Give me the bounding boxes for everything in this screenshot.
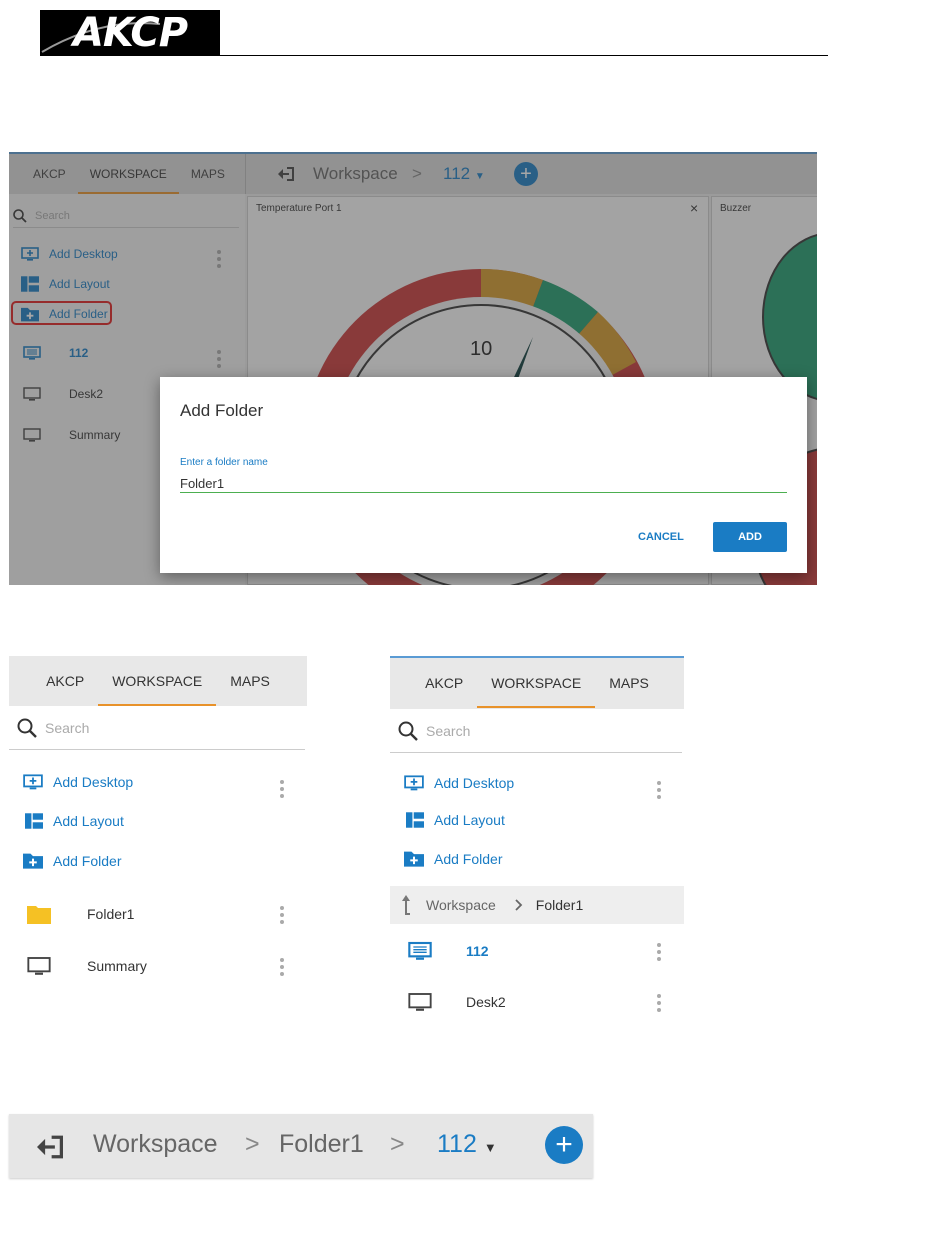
cancel-button[interactable]: CANCEL	[638, 531, 684, 543]
path-current: Folder1	[535, 897, 584, 913]
dialog-screenshot: AKCP WORKSPACE MAPS Workspace > 112 ▼ + …	[9, 152, 817, 585]
tab-akcp[interactable]: AKCP	[411, 658, 477, 708]
add-folder-label: Add Folder	[434, 850, 503, 867]
add-folder-item[interactable]: Add Folder	[23, 852, 121, 869]
folder-icon	[27, 906, 51, 924]
search-box[interactable]: Search	[390, 709, 682, 753]
list-item-label: Summary	[87, 958, 147, 974]
kebab-icon[interactable]	[657, 994, 661, 1015]
add-layout-label: Add Layout	[434, 812, 505, 828]
add-folder-icon	[23, 853, 43, 869]
add-desktop-item[interactable]: Add Desktop	[404, 774, 514, 792]
breadcrumb-root[interactable]: Workspace	[93, 1130, 218, 1159]
kebab-icon[interactable]	[657, 781, 661, 802]
list-item-112[interactable]: 112	[408, 941, 489, 961]
add-folder-label: Add Folder	[53, 852, 122, 869]
breadcrumb-bar: Workspace > Folder1 > 112 ▼ +	[9, 1114, 593, 1178]
tab-akcp[interactable]: AKCP	[32, 656, 98, 706]
add-button[interactable]: +	[545, 1126, 583, 1164]
add-desktop-icon	[23, 774, 43, 790]
header-rule	[40, 55, 828, 56]
add-desktop-item[interactable]: Add Desktop	[23, 773, 133, 791]
search-icon	[17, 718, 37, 738]
list-item-label: Desk2	[466, 994, 506, 1010]
tab-bar: AKCP WORKSPACE MAPS	[9, 656, 307, 706]
monitor-icon	[408, 993, 432, 1011]
kebab-icon[interactable]	[280, 958, 284, 979]
breadcrumb-separator: >	[245, 1130, 260, 1158]
logo-swoosh	[41, 22, 161, 53]
add-layout-item[interactable]: Add Layout	[25, 813, 124, 829]
layout-icon	[25, 813, 43, 829]
add-layout-label: Add Layout	[53, 813, 124, 829]
back-icon[interactable]	[35, 1134, 65, 1160]
breadcrumb-current[interactable]: 112 ▼	[437, 1130, 497, 1159]
breadcrumb-folder[interactable]: Folder1	[279, 1130, 364, 1159]
add-button[interactable]: ADD	[713, 522, 787, 552]
akcp-logo: AKCP	[40, 10, 220, 56]
search-icon	[398, 721, 418, 741]
sidebar-panel-folder: AKCP WORKSPACE MAPS Search Add Desktop A…	[390, 656, 684, 1026]
path-root[interactable]: Workspace	[426, 897, 496, 913]
list-item-label: Folder1	[87, 906, 135, 922]
add-folder-item[interactable]: Add Folder	[404, 850, 502, 867]
search-placeholder: Search	[426, 722, 471, 739]
add-folder-dialog: Add Folder Enter a folder name Folder1 C…	[160, 377, 807, 573]
kebab-icon[interactable]	[280, 906, 284, 927]
tab-bar: AKCP WORKSPACE MAPS	[390, 656, 684, 709]
folder-path-bar: Workspace Folder1	[390, 886, 684, 924]
add-desktop-label: Add Desktop	[434, 775, 515, 791]
kebab-icon[interactable]	[657, 943, 661, 964]
layout-icon	[406, 812, 424, 828]
dialog-title: Add Folder	[180, 401, 264, 420]
caret-down-icon: ▼	[483, 1140, 497, 1155]
add-layout-item[interactable]: Add Layout	[406, 812, 505, 828]
search-box[interactable]: Search	[9, 706, 305, 750]
folder-name-input[interactable]: Folder1	[180, 471, 787, 493]
tab-workspace[interactable]: WORKSPACE	[98, 656, 217, 706]
list-item-summary[interactable]: Summary	[27, 956, 147, 976]
add-desktop-icon	[404, 775, 424, 791]
tab-maps[interactable]: MAPS	[595, 658, 663, 708]
add-folder-icon	[404, 851, 424, 867]
tab-workspace[interactable]: WORKSPACE	[477, 658, 596, 708]
dashboard-icon	[408, 941, 432, 960]
list-item-label: 112	[466, 943, 489, 959]
monitor-icon	[27, 957, 51, 975]
chevron-right-icon	[515, 899, 523, 911]
add-desktop-label: Add Desktop	[53, 774, 134, 790]
tab-maps[interactable]: MAPS	[216, 656, 284, 706]
breadcrumb-separator: >	[390, 1130, 405, 1158]
search-placeholder: Search	[45, 719, 90, 736]
folder-name-label: Enter a folder name	[180, 457, 268, 468]
list-item-desk2[interactable]: Desk2	[408, 992, 506, 1012]
level-up-icon[interactable]	[402, 894, 420, 916]
list-item-folder1[interactable]: Folder1	[27, 904, 134, 924]
sidebar-panel-root: AKCP WORKSPACE MAPS Search Add Desktop A…	[9, 656, 307, 996]
kebab-icon[interactable]	[280, 780, 284, 801]
